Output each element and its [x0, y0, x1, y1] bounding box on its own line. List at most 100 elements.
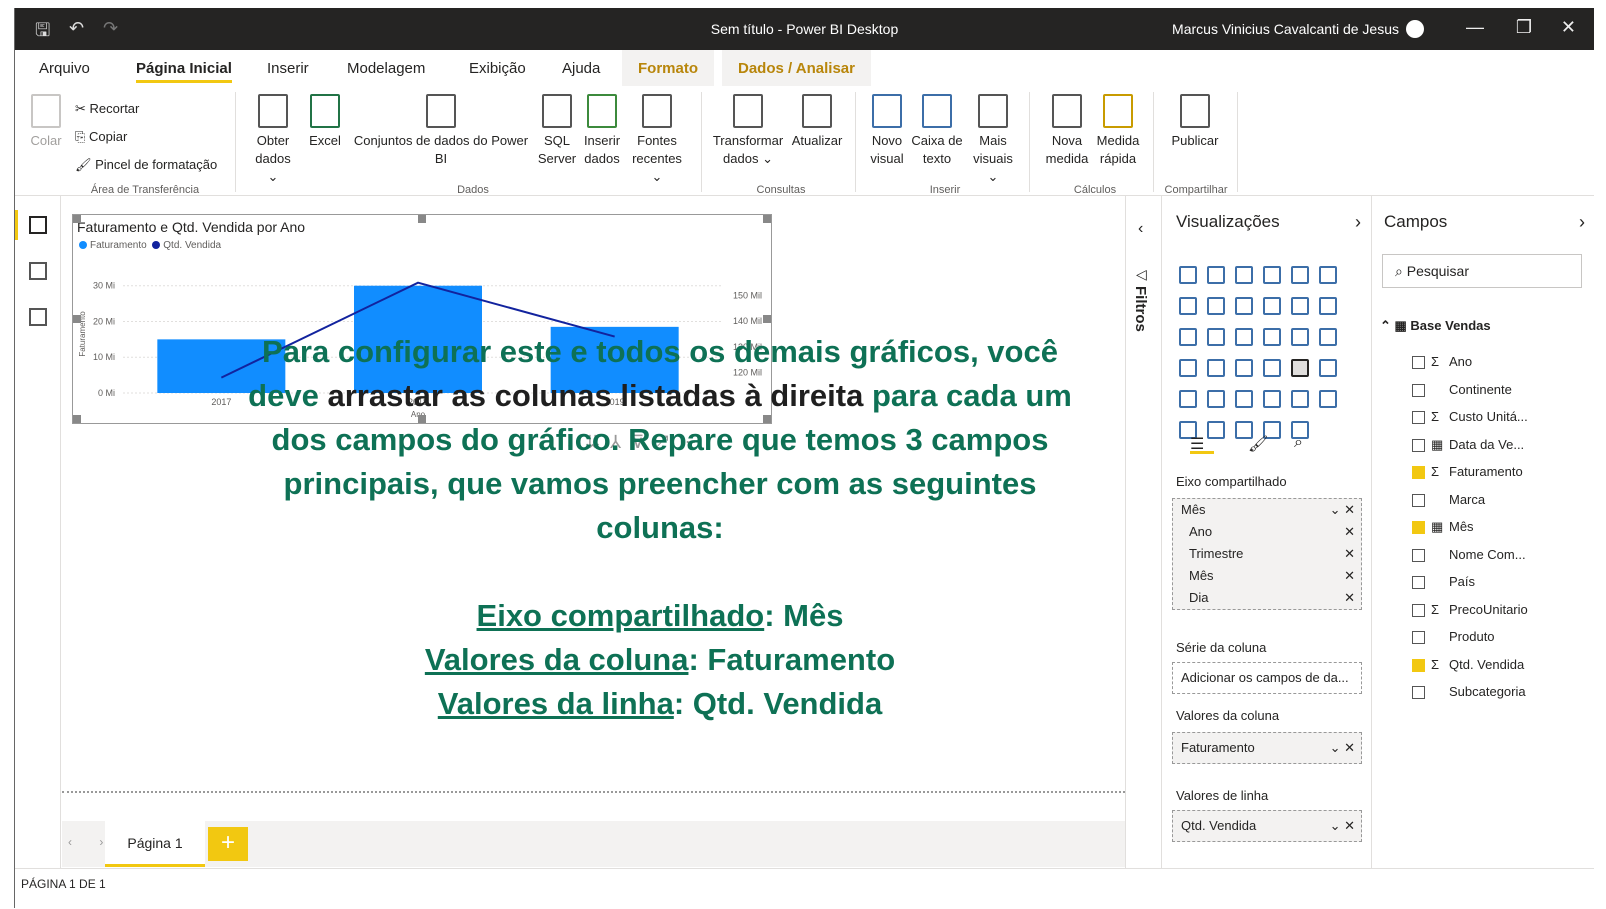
analytics-magnifier-icon[interactable]: ⌕ — [1294, 434, 1303, 452]
field-item[interactable]: Continente — [1412, 382, 1512, 402]
remove-icon[interactable]: ✕ — [1344, 524, 1355, 540]
tab-modelagem[interactable]: Modelagem — [347, 60, 425, 77]
visual-type-icon[interactable] — [1291, 390, 1309, 408]
remove-icon[interactable]: ⌄ ✕ — [1330, 502, 1355, 518]
visual-type-icon[interactable] — [1179, 266, 1197, 284]
visual-type-icon[interactable] — [1207, 297, 1225, 315]
shared-axis-well[interactable]: Mês ⌄ ✕ Ano ✕ Trimestre ✕ Mês ✕ Dia ✕ — [1172, 498, 1362, 610]
datasets-button[interactable]: Conjuntos de dados do Power BI — [349, 94, 533, 168]
column-values-well[interactable]: Faturamento ⌄ ✕ — [1172, 732, 1362, 764]
chevron-right-icon[interactable]: › — [1579, 212, 1585, 233]
tab-exibicao[interactable]: Exibição — [469, 60, 526, 77]
checkbox[interactable] — [1412, 438, 1425, 452]
page-tab-1[interactable]: Página 1 — [105, 821, 205, 867]
line-values-well[interactable]: Qtd. Vendida ⌄ ✕ — [1172, 810, 1362, 842]
well-item[interactable]: Faturamento ⌄ ✕ — [1173, 733, 1361, 763]
well-item[interactable]: Ano ✕ — [1173, 521, 1361, 543]
checkbox[interactable] — [1412, 631, 1425, 645]
visual-type-icon[interactable] — [1207, 266, 1225, 284]
minimize-icon[interactable]: — — [1466, 17, 1484, 38]
remove-icon[interactable]: ✕ — [1344, 590, 1355, 606]
tab-pagina-inicial[interactable]: Página Inicial — [136, 60, 232, 83]
visual-type-icon[interactable] — [1319, 359, 1337, 377]
enter-data-button[interactable]: Inserir dados — [581, 94, 623, 168]
avatar[interactable] — [1406, 20, 1424, 38]
checkbox[interactable] — [1412, 356, 1425, 370]
field-item[interactable]: Σ Faturamento — [1412, 464, 1523, 484]
field-item[interactable]: Subcategoria — [1412, 684, 1526, 704]
chevron-right-icon[interactable]: › — [1355, 212, 1361, 233]
tab-formato[interactable]: Formato — [622, 50, 714, 86]
tab-inserir[interactable]: Inserir — [267, 60, 309, 77]
well-item[interactable]: Trimestre ✕ — [1173, 543, 1361, 565]
checkbox[interactable] — [1412, 603, 1425, 617]
field-item[interactable]: Produto — [1412, 629, 1495, 649]
add-page-button[interactable]: + — [208, 827, 248, 861]
field-item[interactable]: ▦ Mês — [1412, 519, 1474, 539]
visual-type-icon[interactable] — [1235, 266, 1253, 284]
remove-icon[interactable]: ⌄ ✕ — [1330, 740, 1355, 756]
publish-button[interactable]: Publicar — [1163, 94, 1227, 150]
tab-ajuda[interactable]: Ajuda — [562, 60, 600, 77]
filters-pane-collapsed[interactable]: ‹ ◁ Filtros — [1125, 196, 1161, 868]
column-series-well[interactable]: Adicionar os campos de da... — [1172, 662, 1362, 694]
field-item[interactable]: Σ Qtd. Vendida — [1412, 657, 1524, 677]
restore-icon[interactable]: ❐ — [1516, 17, 1532, 38]
visual-type-icon[interactable] — [1263, 328, 1281, 346]
new-measure-button[interactable]: Nova medida — [1043, 94, 1091, 168]
checkbox[interactable] — [1412, 383, 1425, 397]
data-view-icon[interactable] — [29, 262, 47, 280]
remove-icon[interactable]: ✕ — [1344, 568, 1355, 584]
fields-search-input[interactable]: ⌕ Pesquisar — [1382, 254, 1582, 288]
visual-type-icon[interactable] — [1291, 266, 1309, 284]
excel-button[interactable]: Excel — [307, 94, 343, 150]
visual-type-icon[interactable] — [1179, 390, 1197, 408]
paste-button[interactable]: Colar — [29, 94, 63, 150]
tab-arquivo[interactable]: Arquivo — [39, 60, 90, 77]
visual-type-icon[interactable] — [1291, 359, 1309, 377]
visual-type-icon[interactable] — [1263, 266, 1281, 284]
visual-type-icon[interactable] — [1179, 297, 1197, 315]
checkbox[interactable] — [1412, 548, 1425, 562]
well-item[interactable]: Mês ✕ — [1173, 565, 1361, 587]
visual-type-icon[interactable] — [1319, 297, 1337, 315]
visual-type-icon[interactable] — [1235, 297, 1253, 315]
well-item[interactable]: Mês ⌄ ✕ — [1173, 499, 1361, 521]
remove-icon[interactable]: ✕ — [1344, 546, 1355, 562]
sql-server-button[interactable]: SQL Server — [537, 94, 577, 168]
recent-sources-button[interactable]: Fontes recentes ⌄ — [627, 94, 687, 186]
get-data-button[interactable]: Obter dados ⌄ — [251, 94, 295, 186]
visual-type-icon[interactable] — [1207, 328, 1225, 346]
visual-type-icon[interactable] — [1263, 390, 1281, 408]
quick-measure-button[interactable]: Medida rápida — [1093, 94, 1143, 168]
visual-type-icon[interactable] — [1263, 359, 1281, 377]
checkbox[interactable] — [1412, 686, 1425, 700]
copy-button[interactable]: ⎘ Copiar — [75, 128, 127, 146]
checkbox[interactable] — [1412, 658, 1425, 672]
remove-icon[interactable]: ⌄ ✕ — [1330, 818, 1355, 834]
field-item[interactable]: Marca — [1412, 492, 1485, 512]
visual-type-icon[interactable] — [1263, 297, 1281, 315]
format-paint-roller-icon[interactable]: 🖌 — [1248, 434, 1268, 454]
visual-type-icon[interactable] — [1235, 359, 1253, 377]
checkbox[interactable] — [1412, 411, 1425, 425]
visual-type-icon[interactable] — [1207, 359, 1225, 377]
visual-type-icon[interactable] — [1291, 328, 1309, 346]
format-painter-button[interactable]: 🖌 Pincel de formatação — [75, 156, 217, 174]
checkbox[interactable] — [1412, 493, 1425, 507]
visual-type-icon[interactable] — [1235, 390, 1253, 408]
report-view-icon[interactable] — [29, 216, 47, 234]
visual-type-icon[interactable] — [1291, 297, 1309, 315]
visual-type-icon[interactable] — [1235, 328, 1253, 346]
visual-type-icon[interactable] — [1319, 266, 1337, 284]
more-visuals-button[interactable]: Mais visuais ⌄ — [967, 94, 1019, 186]
field-item[interactable]: País — [1412, 574, 1475, 594]
visual-type-icon[interactable] — [1179, 328, 1197, 346]
field-item[interactable]: Σ Custo Unitá... — [1412, 409, 1528, 429]
checkbox[interactable] — [1412, 521, 1425, 535]
text-box-button[interactable]: Caixa de texto — [911, 94, 963, 168]
visual-type-icon[interactable] — [1319, 328, 1337, 346]
field-item[interactable]: Nome Com... — [1412, 547, 1526, 567]
field-item[interactable]: ▦ Data da Ve... — [1412, 437, 1524, 457]
tab-dados-analisar[interactable]: Dados / Analisar — [722, 50, 871, 86]
